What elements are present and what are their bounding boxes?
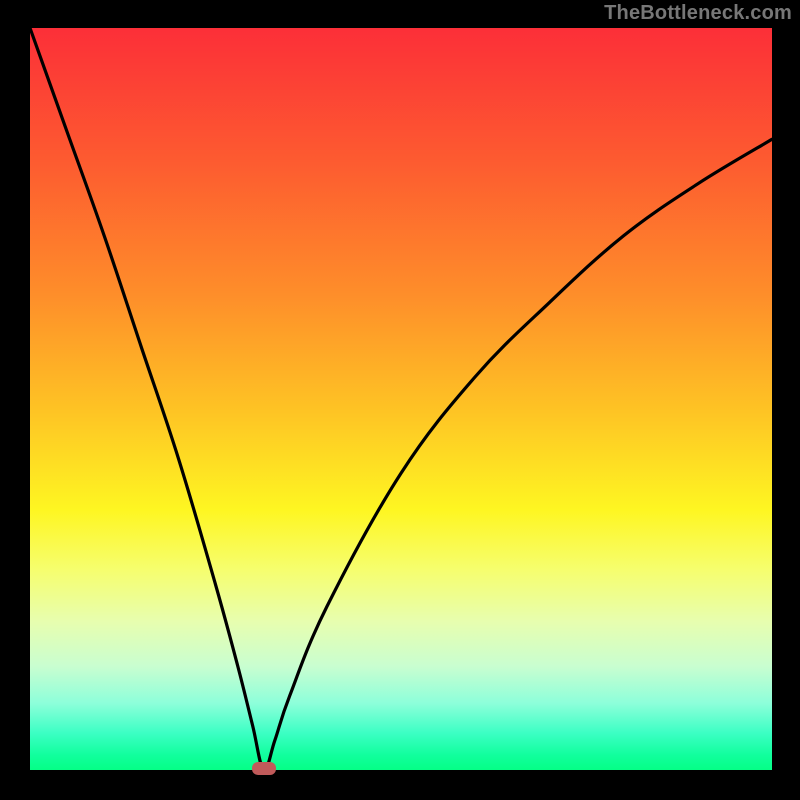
watermark-text: TheBottleneck.com (604, 2, 792, 25)
minimum-marker (252, 762, 276, 775)
chart-plot-area (30, 28, 772, 770)
chart-frame: TheBottleneck.com (0, 0, 800, 800)
bottleneck-curve-path (30, 28, 772, 770)
bottleneck-curve-svg (30, 28, 772, 770)
